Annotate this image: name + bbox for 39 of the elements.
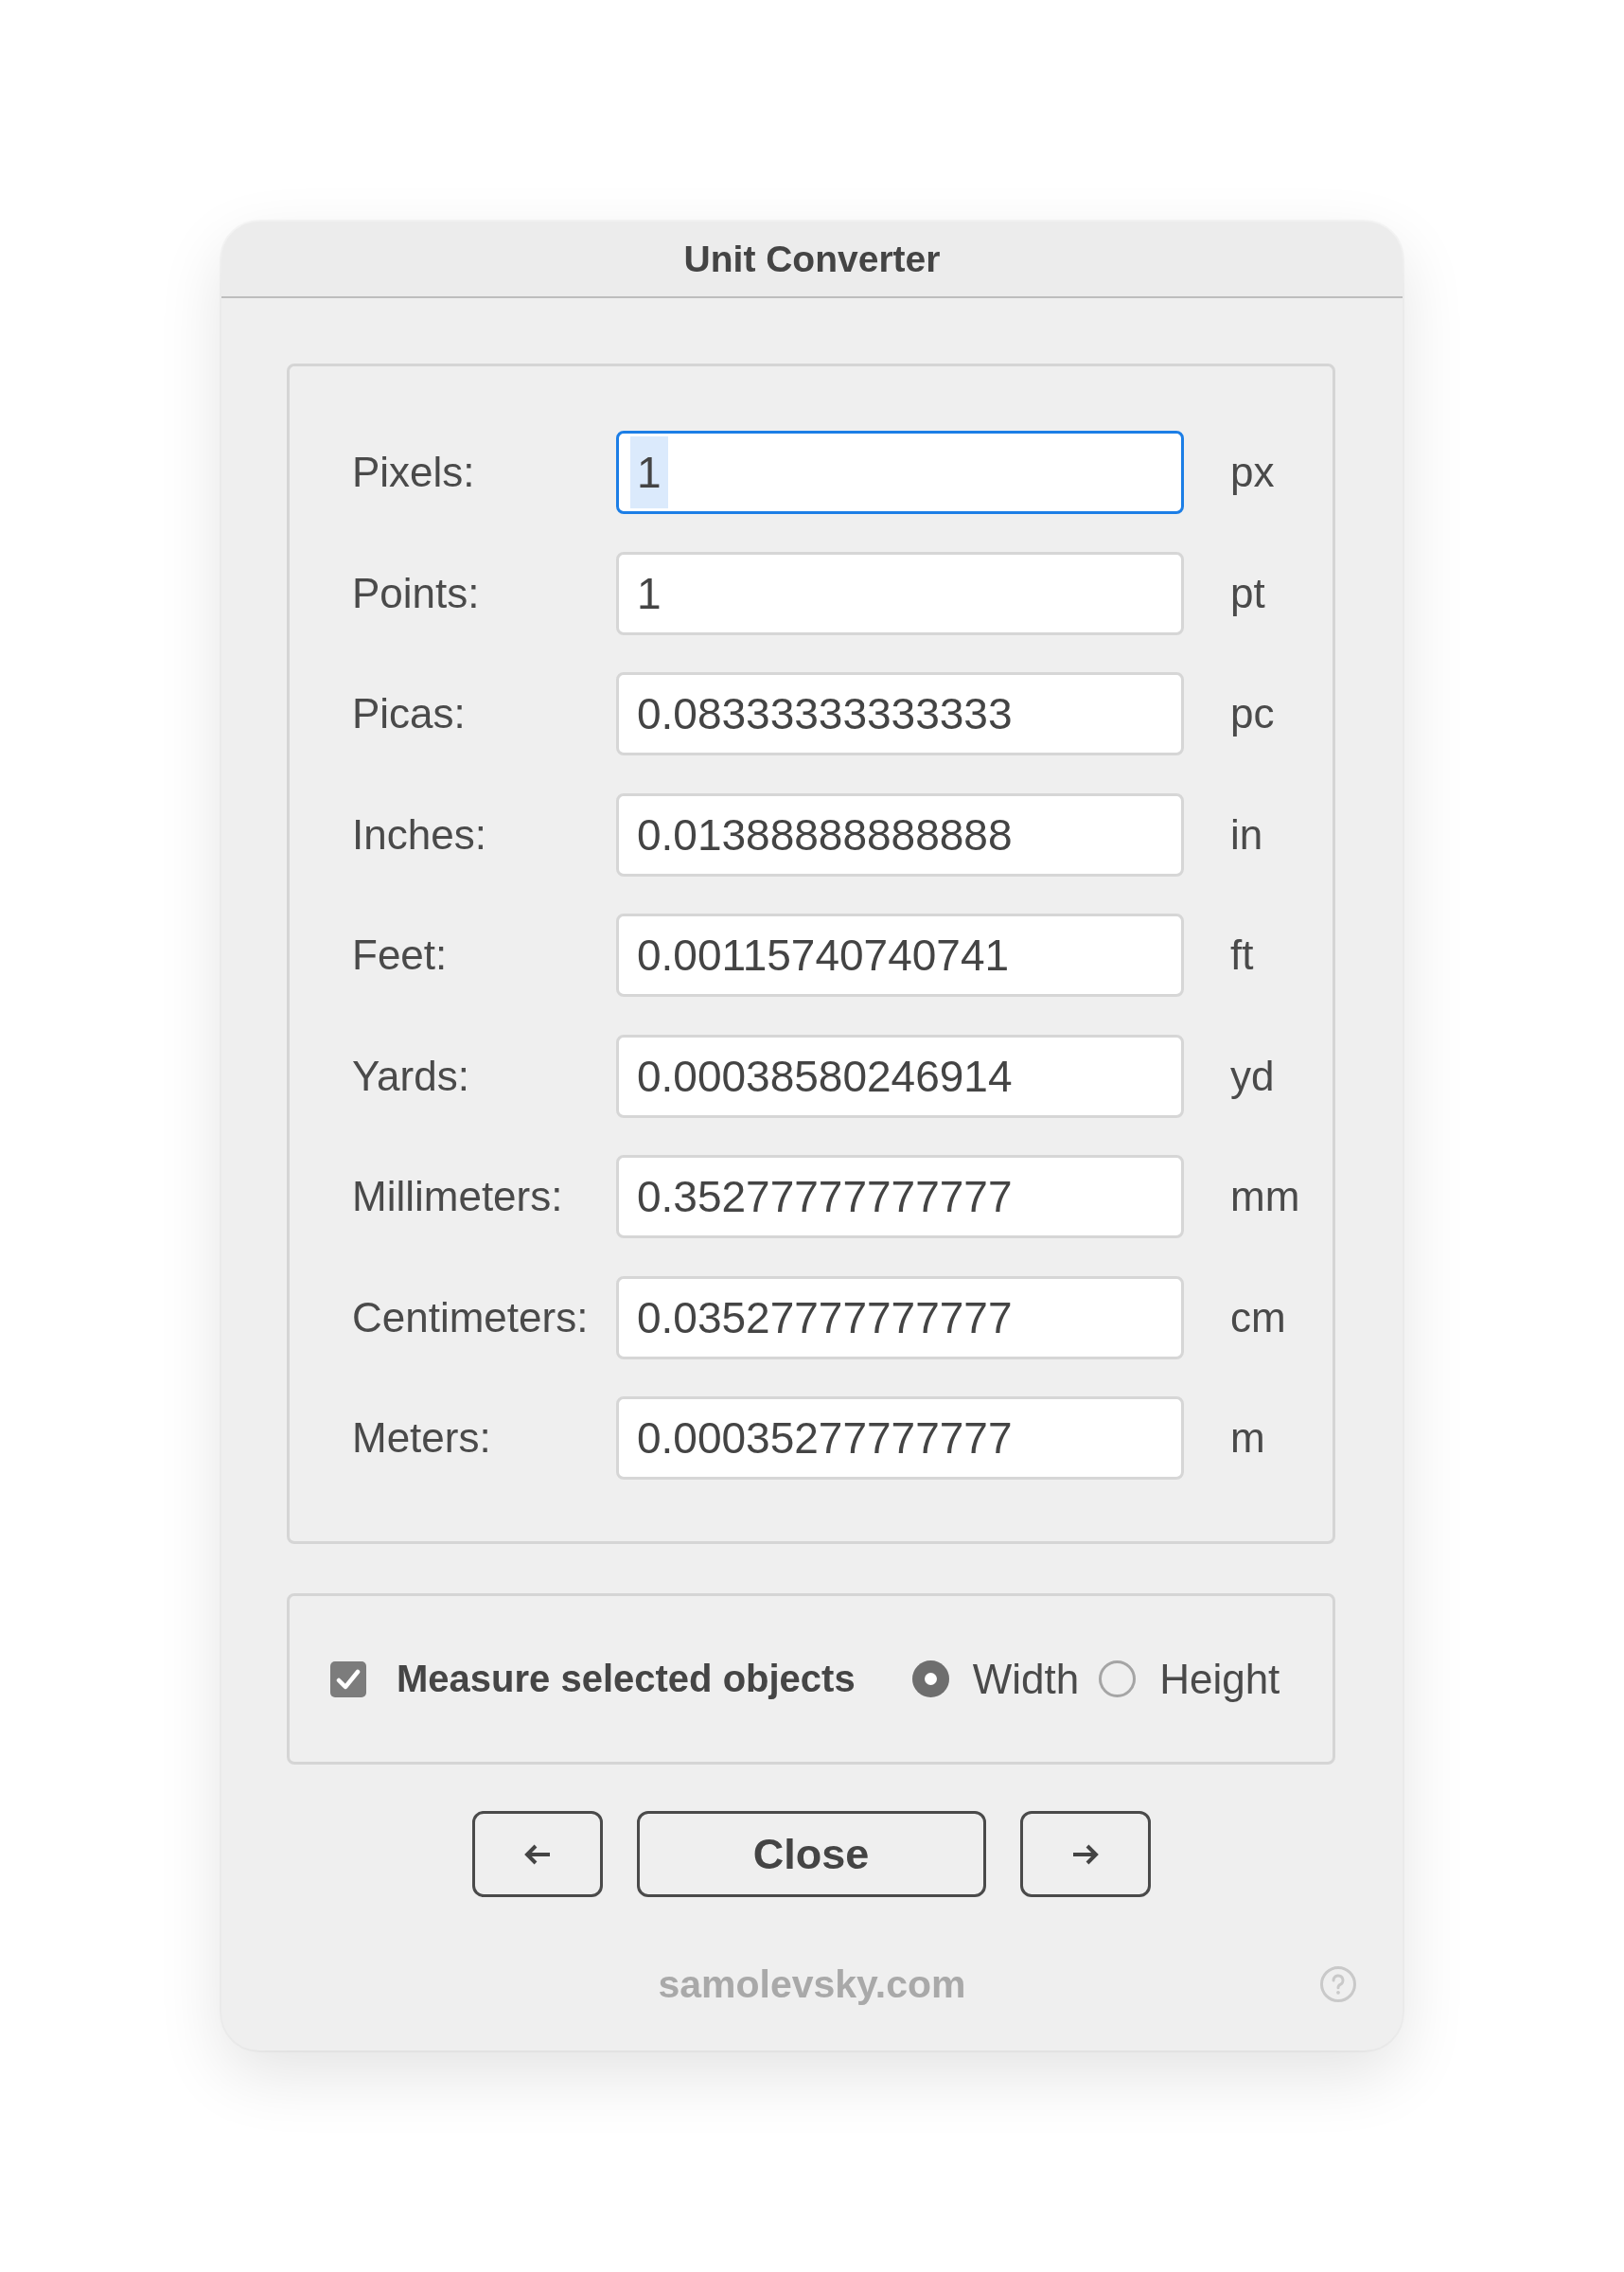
input-field[interactable]: 0.00038580246914 xyxy=(616,1034,1184,1118)
close-button[interactable]: Close xyxy=(636,1811,986,1897)
radio-label: Height xyxy=(1159,1655,1280,1703)
unit-label: m xyxy=(1230,1414,1265,1462)
unit-label: cm xyxy=(1230,1293,1286,1341)
field-label: Inches: xyxy=(352,810,486,859)
window-title: Unit Converter xyxy=(683,238,941,280)
field-label: Picas: xyxy=(352,690,466,737)
unit-label: yd xyxy=(1230,1052,1275,1100)
field-label: Points: xyxy=(352,569,480,617)
input-field[interactable]: 0.08333333333333 xyxy=(616,672,1184,755)
input-field[interactable]: 1 xyxy=(616,551,1184,635)
radio-button[interactable] xyxy=(1099,1660,1137,1697)
checkbox-label: Measure selected objects xyxy=(397,1658,856,1700)
unit-label: in xyxy=(1230,810,1263,859)
field-label: Meters: xyxy=(352,1414,491,1462)
field-label: Millimeters: xyxy=(352,1173,563,1220)
unit-label: pt xyxy=(1230,569,1265,617)
field-label: Feet: xyxy=(352,932,448,979)
field-label: Yards: xyxy=(352,1052,469,1100)
previous-button[interactable] xyxy=(471,1811,603,1897)
radio-button[interactable] xyxy=(911,1660,949,1697)
next-button[interactable] xyxy=(1019,1811,1151,1897)
field-label: Centimeters: xyxy=(352,1293,589,1341)
checkbox[interactable] xyxy=(330,1660,366,1697)
input-field[interactable]: 1 xyxy=(616,431,1184,514)
input-field[interactable]: 0.03527777777777 xyxy=(616,1275,1184,1359)
input-field[interactable]: 0.35277777777777 xyxy=(616,1155,1184,1238)
input-field[interactable]: 0.00115740740741 xyxy=(616,914,1184,997)
arrow-left-icon xyxy=(522,1842,552,1866)
field-label: Pixels: xyxy=(352,449,475,496)
input-field[interactable]: 0.00035277777777 xyxy=(616,1396,1184,1480)
radio-label: Width xyxy=(972,1655,1080,1703)
unit-label: pc xyxy=(1230,690,1275,737)
input-field[interactable]: 0.01388888888888 xyxy=(616,792,1184,877)
unit-label: ft xyxy=(1230,932,1254,979)
unit-label: mm xyxy=(1230,1173,1300,1220)
unit-label: px xyxy=(1230,449,1275,496)
arrow-right-icon xyxy=(1070,1842,1100,1866)
